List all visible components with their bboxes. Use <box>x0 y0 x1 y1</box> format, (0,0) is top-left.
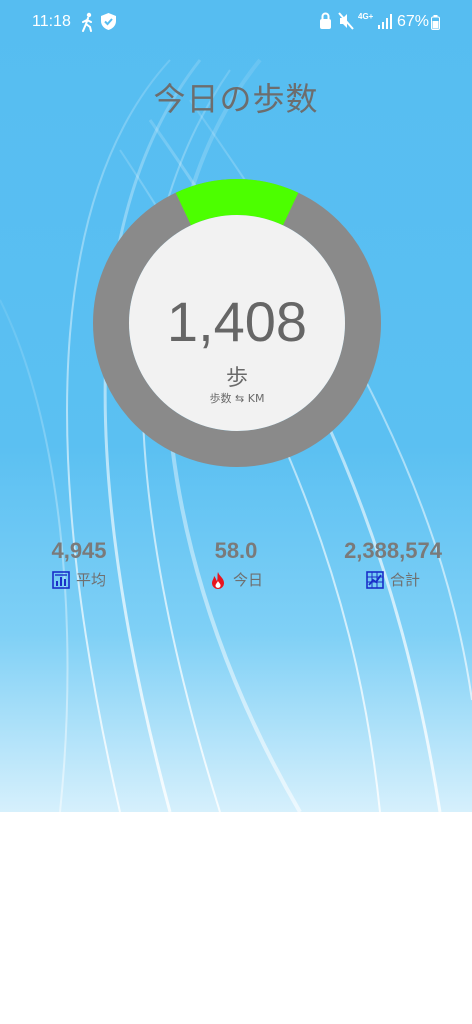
network-label: 4G+ <box>358 12 374 21</box>
shield-check-icon <box>101 13 116 30</box>
step-progress-ring: 1,408 歩 歩数 ⇆ KM <box>93 179 381 467</box>
ring-progress-arc <box>175 179 299 226</box>
stat-average-label: 平均 <box>75 571 106 589</box>
lock-icon <box>320 12 331 29</box>
bottom-blank-area <box>0 812 472 1024</box>
unit-toggle-button[interactable]: 歩数 ⇆ KM <box>93 390 381 406</box>
status-bar: 11:18 4G+ 67% <box>0 0 472 44</box>
stat-total-value: 2,388,574 <box>344 538 442 563</box>
walking-icon <box>82 12 92 32</box>
flame-icon <box>211 571 224 589</box>
status-time: 11:18 <box>32 13 71 30</box>
signal-icon <box>378 14 392 29</box>
step-unit: 歩 <box>225 366 248 391</box>
stat-total-label: 合計 <box>389 571 420 589</box>
stat-average: 4,945 平均 <box>0 538 159 590</box>
battery-icon <box>431 15 440 30</box>
mute-icon <box>338 12 354 30</box>
bar-chart-icon <box>52 570 70 589</box>
stat-today-label: 今日 <box>232 571 263 589</box>
battery-percent: 67% <box>397 13 430 30</box>
stat-total: 2,388,574 合計 <box>313 538 472 590</box>
app-screen: 11:18 4G+ 67% 今日の歩数 1,408 歩 歩数 ⇆ KM 4,94… <box>0 0 472 812</box>
stat-average-value: 4,945 <box>51 538 107 563</box>
page-title: 今日の歩数 <box>153 80 319 118</box>
grid-chart-icon <box>366 570 384 589</box>
stat-today-value: 58.0 <box>214 538 258 563</box>
stat-today: 58.0 今日 <box>156 538 316 590</box>
step-count: 1,408 <box>166 290 308 353</box>
